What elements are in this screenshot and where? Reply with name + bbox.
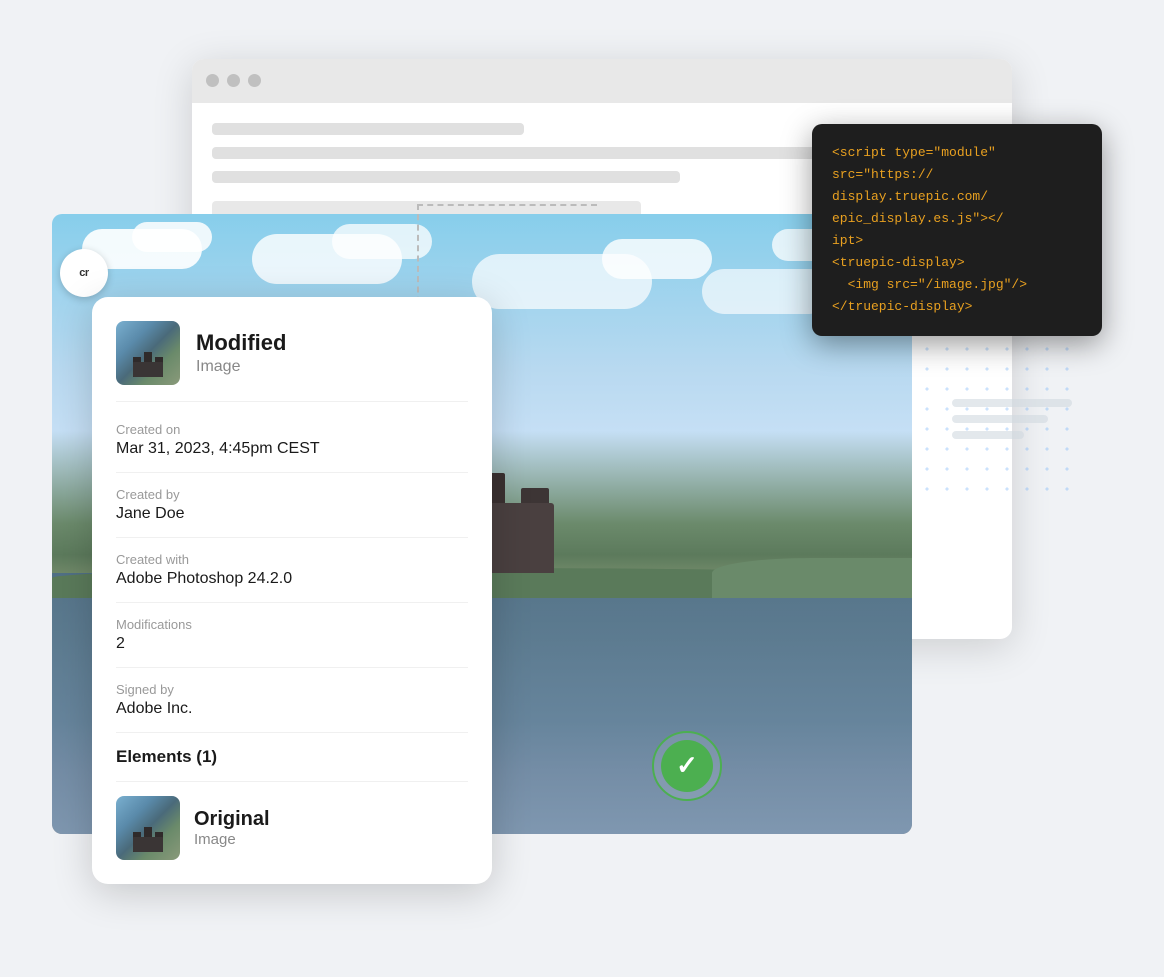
dashed-connector-h: [417, 204, 597, 206]
created-by-value: Jane Doe: [116, 505, 468, 523]
placeholder-line-2: [212, 147, 836, 159]
elements-header: Elements (1): [116, 747, 468, 782]
deco-line-3: [952, 431, 1024, 439]
deco-line-2: [952, 415, 1048, 423]
created-with-label: Created with: [116, 552, 468, 567]
element-item: Original Image: [116, 796, 468, 860]
verification-badge: ✓: [652, 731, 722, 801]
code-line-3: display.truepic.com/: [832, 186, 1082, 208]
signed-by-section: Signed by Adobe Inc.: [116, 682, 468, 733]
elements-section: Elements (1) Original Image: [116, 747, 468, 860]
card-title: Modified: [196, 330, 286, 356]
checkmark-icon: ✓: [676, 750, 698, 781]
card-header: Modified Image: [116, 321, 468, 402]
card-title-group: Modified Image: [196, 330, 286, 376]
modifications-value: 2: [116, 635, 468, 653]
signed-by-label: Signed by: [116, 682, 468, 697]
card-thumbnail: [116, 321, 180, 385]
code-line-1: <script type="module": [832, 142, 1082, 164]
element-thumbnail: [116, 796, 180, 860]
code-line-7: <img src="/image.jpg"/>: [832, 274, 1082, 296]
code-line-6: <truepic-display>: [832, 252, 1082, 274]
code-line-4: epic_display.es.js"></: [832, 208, 1082, 230]
browser-titlebar: [192, 59, 1012, 103]
code-line-5: ipt>: [832, 230, 1082, 252]
thumb-castle-body: [133, 362, 163, 377]
element-title: Original: [194, 808, 270, 831]
code-line-8: </truepic-display>: [832, 296, 1082, 318]
element-subtitle: Image: [194, 831, 270, 848]
browser-dot-3: [248, 74, 261, 87]
code-line-2: src="https://: [832, 164, 1082, 186]
created-with-section: Created with Adobe Photoshop 24.2.0: [116, 552, 468, 603]
created-on-section: Created on Mar 31, 2023, 4:45pm CEST: [116, 422, 468, 473]
deco-line-1: [952, 399, 1072, 407]
cloud-2: [132, 222, 212, 252]
created-by-label: Created by: [116, 487, 468, 502]
deco-lines: [952, 399, 1072, 447]
logo-text: cr: [79, 267, 88, 279]
logo-badge: cr: [60, 249, 108, 297]
info-card: Modified Image Created on Mar 31, 2023, …: [92, 297, 492, 884]
card-subtitle: Image: [196, 358, 286, 376]
hill-right: [712, 558, 912, 598]
created-with-value: Adobe Photoshop 24.2.0: [116, 570, 468, 588]
card-thumbnail-image: [116, 321, 180, 385]
placeholder-line-1: [212, 123, 524, 135]
signed-by-value: Adobe Inc.: [116, 700, 468, 718]
code-panel: <script type="module" src="https:// disp…: [812, 124, 1102, 337]
browser-dot-2: [227, 74, 240, 87]
verify-inner: ✓: [661, 740, 713, 792]
placeholder-line-3: [212, 171, 680, 183]
created-on-value: Mar 31, 2023, 4:45pm CEST: [116, 440, 468, 458]
created-on-label: Created on: [116, 422, 468, 437]
browser-dot-1: [206, 74, 219, 87]
element-thumb-castle: [133, 827, 163, 852]
thumb-castle: [133, 352, 163, 377]
scene: <script type="module" src="https:// disp…: [32, 29, 1132, 949]
modifications-label: Modifications: [116, 617, 468, 632]
element-title-group: Original Image: [194, 808, 270, 848]
element-thumbnail-image: [116, 796, 180, 860]
created-by-section: Created by Jane Doe: [116, 487, 468, 538]
modifications-section: Modifications 2: [116, 617, 468, 668]
cloud-6: [602, 239, 712, 279]
element-thumb-castle-body: [133, 837, 163, 852]
